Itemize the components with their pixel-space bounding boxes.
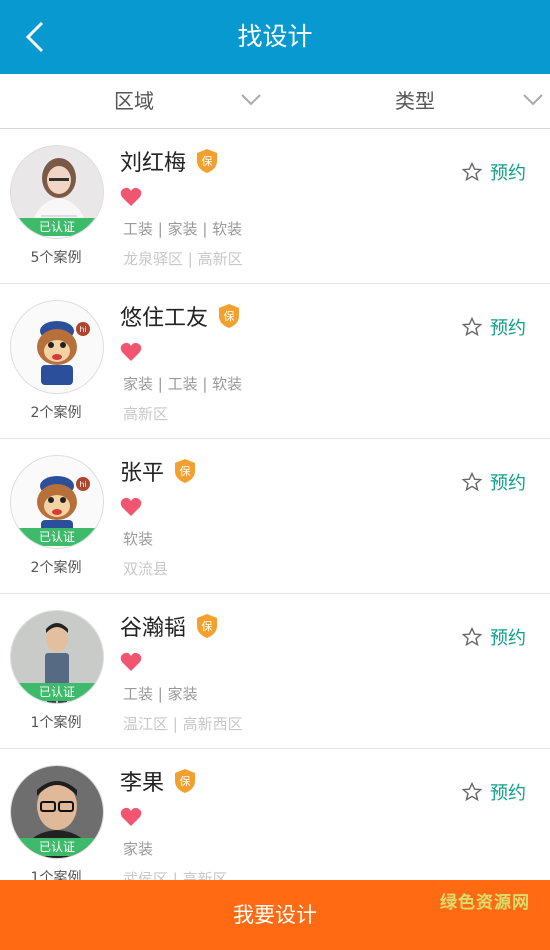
heart-icon <box>120 807 142 826</box>
book-button[interactable]: 预约 <box>462 159 526 185</box>
filter-region-label: 区域 <box>114 89 154 113</box>
service-area: 温江区 | 高新西区 <box>123 715 243 733</box>
svg-text:hi: hi <box>79 480 86 489</box>
service-tags: 工装 | 家装 | 软装 <box>123 220 243 238</box>
filter-type-label: 类型 <box>395 89 435 113</box>
case-count: 2个案例 <box>30 560 82 576</box>
book-label: 预约 <box>490 163 526 184</box>
heart-icon <box>120 652 142 671</box>
guarantee-badge-icon: 保 <box>197 614 218 638</box>
book-label: 预约 <box>490 318 526 339</box>
svg-text:hi: hi <box>79 325 86 334</box>
post-design-request-label: 我要设计 <box>233 903 317 927</box>
chevron-down-icon <box>523 94 543 106</box>
designer-row[interactable]: hi 2个案例 悠住工友 保 家装 | 工装 | 软装 高新区 预约 <box>0 284 550 439</box>
star-outline-icon <box>462 317 482 337</box>
heart-icon <box>120 342 142 361</box>
book-label: 预约 <box>490 628 526 649</box>
book-label: 预约 <box>490 473 526 494</box>
designer-name: 谷瀚韬 <box>120 616 187 641</box>
star-outline-icon <box>462 472 482 492</box>
heart-icon <box>120 187 142 206</box>
filter-type[interactable]: 类型 <box>275 74 550 128</box>
service-area: 双流县 <box>123 560 169 578</box>
case-count: 2个案例 <box>30 405 82 421</box>
svg-text:保: 保 <box>180 464 191 478</box>
designer-name-line: 李果 保 <box>120 765 196 797</box>
chevron-down-icon <box>241 94 261 106</box>
svg-text:保: 保 <box>180 774 191 788</box>
book-label: 预约 <box>490 783 526 804</box>
verified-badge: 已认证 <box>11 683 103 701</box>
svg-text:保: 保 <box>202 619 213 633</box>
designer-name: 李果 <box>120 771 165 796</box>
avatar: hi <box>10 300 104 394</box>
service-area: 高新区 <box>123 405 169 423</box>
designer-name-line: 刘红梅 保 <box>120 145 218 177</box>
designer-name: 张平 <box>120 461 165 486</box>
designer-name: 刘红梅 <box>120 151 187 176</box>
post-design-request-button[interactable]: 我要设计 绿色资源网 <box>0 880 550 950</box>
verified-badge: 已认证 <box>11 838 103 856</box>
service-area: 龙泉驿区 | 高新区 <box>123 250 243 268</box>
designer-name-line: 张平 保 <box>120 455 196 487</box>
designer-name-line: 悠住工友 保 <box>120 300 240 332</box>
book-button[interactable]: 预约 <box>462 779 526 805</box>
designer-name: 悠住工友 <box>120 306 209 331</box>
svg-text:保: 保 <box>224 309 235 323</box>
top-bar: 找设计 <box>0 0 550 74</box>
avatar: 已认证 <box>10 145 104 239</box>
filter-region[interactable]: 区域 <box>0 74 275 128</box>
service-tags: 软装 <box>123 530 154 548</box>
avatar: 已认证 <box>10 610 104 704</box>
service-tags: 家装 | 工装 | 软装 <box>123 375 243 393</box>
designer-row[interactable]: hi 已认证 2个案例 张平 保 软装 双流县 预约 <box>0 439 550 594</box>
guarantee-badge-icon: 保 <box>175 459 196 483</box>
designer-row[interactable]: 已认证 1个案例 谷瀚韬 保 工装 | 家装 温江区 | 高新西区 预约 <box>0 594 550 749</box>
monkey-mascot-icon: hi <box>11 301 103 393</box>
case-count: 5个案例 <box>30 250 82 266</box>
star-outline-icon <box>462 162 482 182</box>
verified-badge: 已认证 <box>11 218 103 236</box>
book-button[interactable]: 预约 <box>462 624 526 650</box>
guarantee-badge-icon: 保 <box>219 304 240 328</box>
star-outline-icon <box>462 782 482 802</box>
heart-icon <box>120 497 142 516</box>
guarantee-badge-icon: 保 <box>175 769 196 793</box>
service-tags: 家装 <box>123 840 154 858</box>
designer-row[interactable]: 已认证 5个案例 刘红梅 保 工装 | 家装 | 软装 龙泉驿区 | 高新区 预… <box>0 129 550 284</box>
verified-badge: 已认证 <box>11 528 103 546</box>
svg-text:保: 保 <box>202 154 213 168</box>
filter-bar: 区域 类型 <box>0 74 550 129</box>
guarantee-badge-icon: 保 <box>197 149 218 173</box>
designer-name-line: 谷瀚韬 保 <box>120 610 218 642</box>
avatar: hi 已认证 <box>10 455 104 549</box>
avatar: 已认证 <box>10 765 104 859</box>
case-count: 1个案例 <box>30 715 82 731</box>
designer-list: 已认证 5个案例 刘红梅 保 工装 | 家装 | 软装 龙泉驿区 | 高新区 预… <box>0 129 550 904</box>
star-outline-icon <box>462 627 482 647</box>
service-tags: 工装 | 家装 <box>123 685 198 703</box>
book-button[interactable]: 预约 <box>462 469 526 495</box>
book-button[interactable]: 预约 <box>462 314 526 340</box>
watermark-logo: 绿色资源网 <box>440 893 530 913</box>
page-title: 找设计 <box>237 22 313 51</box>
